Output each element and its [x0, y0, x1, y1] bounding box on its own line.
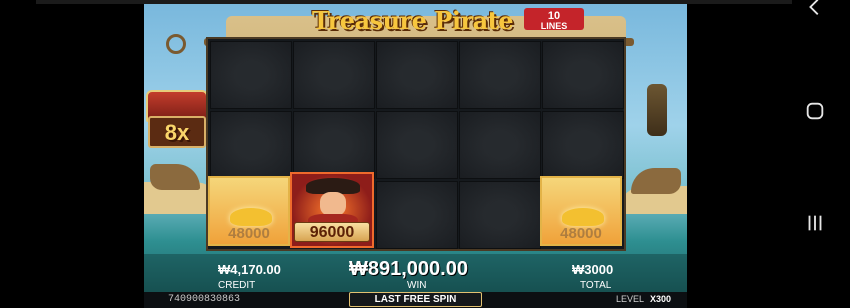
lines-badge: 10 LINES	[524, 8, 584, 31]
game-logo: Treasure Pirate	[312, 6, 514, 35]
skull-icon	[486, 60, 516, 90]
game-id: 740900830863	[168, 294, 241, 305]
multiplier-box: 8x	[148, 116, 206, 148]
shipwreck-left-icon	[150, 164, 200, 190]
skull-icon	[237, 130, 267, 160]
skull-icon	[486, 200, 516, 230]
skull-icon	[403, 200, 433, 230]
reel-cell	[459, 181, 541, 249]
skull-icon	[237, 60, 267, 90]
gold-coins-icon	[230, 208, 272, 226]
pulley-icon	[166, 34, 186, 54]
reel-cell	[542, 111, 624, 179]
last-free-spin-button[interactable]: LAST FREE SPIN	[349, 292, 482, 307]
reel-cell	[293, 111, 375, 179]
pirate-face-icon	[320, 192, 346, 216]
multiplier-value: 8x	[164, 120, 190, 145]
slot-game-area: Treasure Pirate 10 LINES 8x 48000 96000	[144, 4, 687, 308]
total-bet-value: ₩3000	[572, 262, 614, 277]
reel-cell	[210, 41, 292, 109]
reel-cell	[210, 111, 292, 179]
level-label: LEVEL	[616, 294, 645, 304]
skull-icon	[569, 130, 599, 160]
skull-icon	[320, 60, 350, 90]
reel-cell	[542, 41, 624, 109]
gold-coins-icon	[562, 208, 604, 226]
gold-right-value: 48000	[560, 225, 602, 242]
gold-coin-cell-left: 48000	[208, 176, 290, 246]
bottom-bar: 740900830863 LAST FREE SPIN LEVEL X300	[144, 292, 687, 308]
lines-label: LINES	[540, 21, 568, 31]
gold-left-value: 48000	[228, 225, 270, 242]
credit-value: ₩4,170.00	[218, 262, 281, 277]
skull-icon	[569, 60, 599, 90]
reel-cell	[459, 41, 541, 109]
pirate-value-plaque: 96000	[294, 222, 370, 242]
win-value: ₩891,000.00	[349, 258, 468, 280]
reel-cell	[376, 41, 458, 109]
skull-icon	[403, 60, 433, 90]
pirate-symbol-cell: 96000	[290, 172, 374, 248]
total-bet-label: TOTAL	[580, 280, 612, 291]
shipwreck-right-icon	[631, 168, 681, 194]
home-icon[interactable]	[804, 100, 826, 122]
skull-icon	[403, 130, 433, 160]
skull-icon	[320, 130, 350, 160]
win-label: WIN	[407, 280, 427, 291]
reel-cell	[376, 111, 458, 179]
system-nav-bar	[792, 0, 850, 308]
pirate-value: 96000	[309, 224, 355, 241]
reel-cell	[459, 111, 541, 179]
credit-label: CREDIT	[218, 280, 256, 291]
recent-apps-icon[interactable]	[804, 212, 826, 234]
skull-icon	[486, 130, 516, 160]
level-value: X300	[650, 294, 672, 304]
lantern-icon	[647, 84, 667, 136]
gold-coin-cell-right: 48000	[540, 176, 622, 246]
back-icon[interactable]	[804, 0, 826, 18]
reel-cell	[376, 181, 458, 249]
reel-cell	[293, 41, 375, 109]
